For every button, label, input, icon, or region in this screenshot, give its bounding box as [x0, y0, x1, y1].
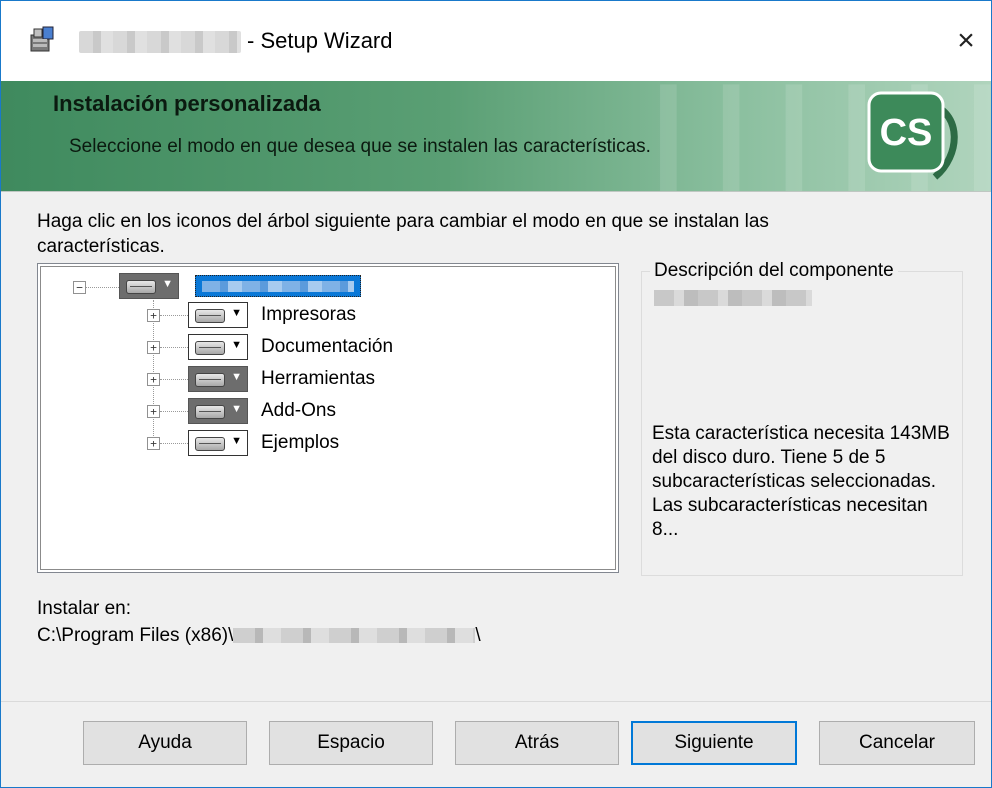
ejemplos-feature-button[interactable]: ▼: [188, 430, 248, 456]
herramientas-feature-button[interactable]: ▼: [188, 366, 248, 392]
feature-tree[interactable]: − ▼ + ▼ Impresoras + ▼ Documentación + ▼…: [37, 263, 619, 573]
description-text: Esta característica necesita 143MB del d…: [652, 423, 950, 540]
component-description-group: Descripción del componente Esta caracter…: [641, 260, 963, 576]
tree-item-documentacion[interactable]: Documentación: [261, 336, 393, 358]
expand-ejemplos-icon[interactable]: +: [147, 437, 160, 450]
page-title: Instalación personalizada: [53, 91, 321, 116]
dropdown-caret-icon: ▼: [231, 339, 242, 351]
feature-tree-frame: − ▼ + ▼ Impresoras + ▼ Documentación + ▼…: [40, 266, 616, 570]
footer-divider: [1, 701, 991, 702]
collapse-root-icon[interactable]: −: [73, 281, 86, 294]
disk-space-button[interactable]: Espacio: [269, 721, 433, 765]
install-path-prefix: C:\Program Files (x86)\: [37, 625, 234, 646]
tree-connector: [160, 379, 188, 380]
root-feature-label[interactable]: [195, 275, 361, 297]
root-name-redacted: [202, 281, 354, 292]
hard-drive-icon: [195, 405, 225, 419]
root-feature-button[interactable]: ▼: [119, 273, 179, 299]
hard-drive-icon: [195, 341, 225, 355]
description-legend: Descripción del componente: [650, 260, 898, 282]
hard-drive-icon: [195, 437, 225, 451]
install-location-label: Instalar en:: [37, 598, 131, 619]
instructions-text: Haga clic en los iconos del árbol siguie…: [37, 211, 769, 257]
cancel-button[interactable]: Cancelar: [819, 721, 975, 765]
tree-item-ejemplos[interactable]: Ejemplos: [261, 432, 339, 454]
dropdown-caret-icon: ▼: [162, 278, 173, 290]
install-path: C:\Program Files (x86)\ \: [37, 625, 481, 647]
hard-drive-icon: [195, 373, 225, 387]
tree-connector: [160, 411, 188, 412]
documentacion-feature-button[interactable]: ▼: [188, 334, 248, 360]
addons-feature-button[interactable]: ▼: [188, 398, 248, 424]
page-subtitle: Seleccione el modo en que desea que se i…: [69, 136, 651, 157]
tree-connector: [160, 315, 188, 316]
expand-addons-icon[interactable]: +: [147, 405, 160, 418]
tree-connector: [160, 347, 188, 348]
back-button[interactable]: Atrás: [455, 721, 619, 765]
help-button[interactable]: Ayuda: [83, 721, 247, 765]
setup-wizard-window: - Setup Wizard × |||||| 19 Instalación p…: [0, 0, 992, 788]
next-button[interactable]: Siguiente: [631, 721, 797, 765]
tree-item-herramientas[interactable]: Herramientas: [261, 368, 375, 390]
product-logo: CS: [867, 91, 958, 180]
dropdown-caret-icon: ▼: [231, 435, 242, 447]
tree-item-addons[interactable]: Add-Ons: [261, 400, 336, 422]
install-path-suffix: \: [475, 625, 481, 646]
close-button[interactable]: ×: [941, 15, 991, 67]
header-banner: |||||| 19 Instalación personalizada Sele…: [1, 81, 991, 192]
hard-drive-icon: [126, 280, 156, 294]
dropdown-caret-icon: ▼: [231, 403, 242, 415]
install-path-redacted: [233, 628, 476, 644]
app-name-redacted: [79, 31, 241, 53]
impresoras-feature-button[interactable]: ▼: [188, 302, 248, 328]
tree-connector: [86, 287, 119, 288]
logo-text: CS: [880, 112, 933, 154]
dropdown-caret-icon: ▼: [231, 371, 242, 383]
tree-connector: [160, 443, 188, 444]
expand-documentacion-icon[interactable]: +: [147, 341, 160, 354]
title-bar: - Setup Wizard ×: [1, 1, 991, 81]
expand-impresoras-icon[interactable]: +: [147, 309, 160, 322]
component-name-redacted: [654, 290, 812, 306]
hard-drive-icon: [195, 309, 225, 323]
tree-item-impresoras[interactable]: Impresoras: [261, 304, 356, 326]
installer-icon: [30, 26, 54, 52]
dropdown-caret-icon: ▼: [231, 307, 242, 319]
window-title: - Setup Wizard: [247, 28, 393, 53]
expand-herramientas-icon[interactable]: +: [147, 373, 160, 386]
